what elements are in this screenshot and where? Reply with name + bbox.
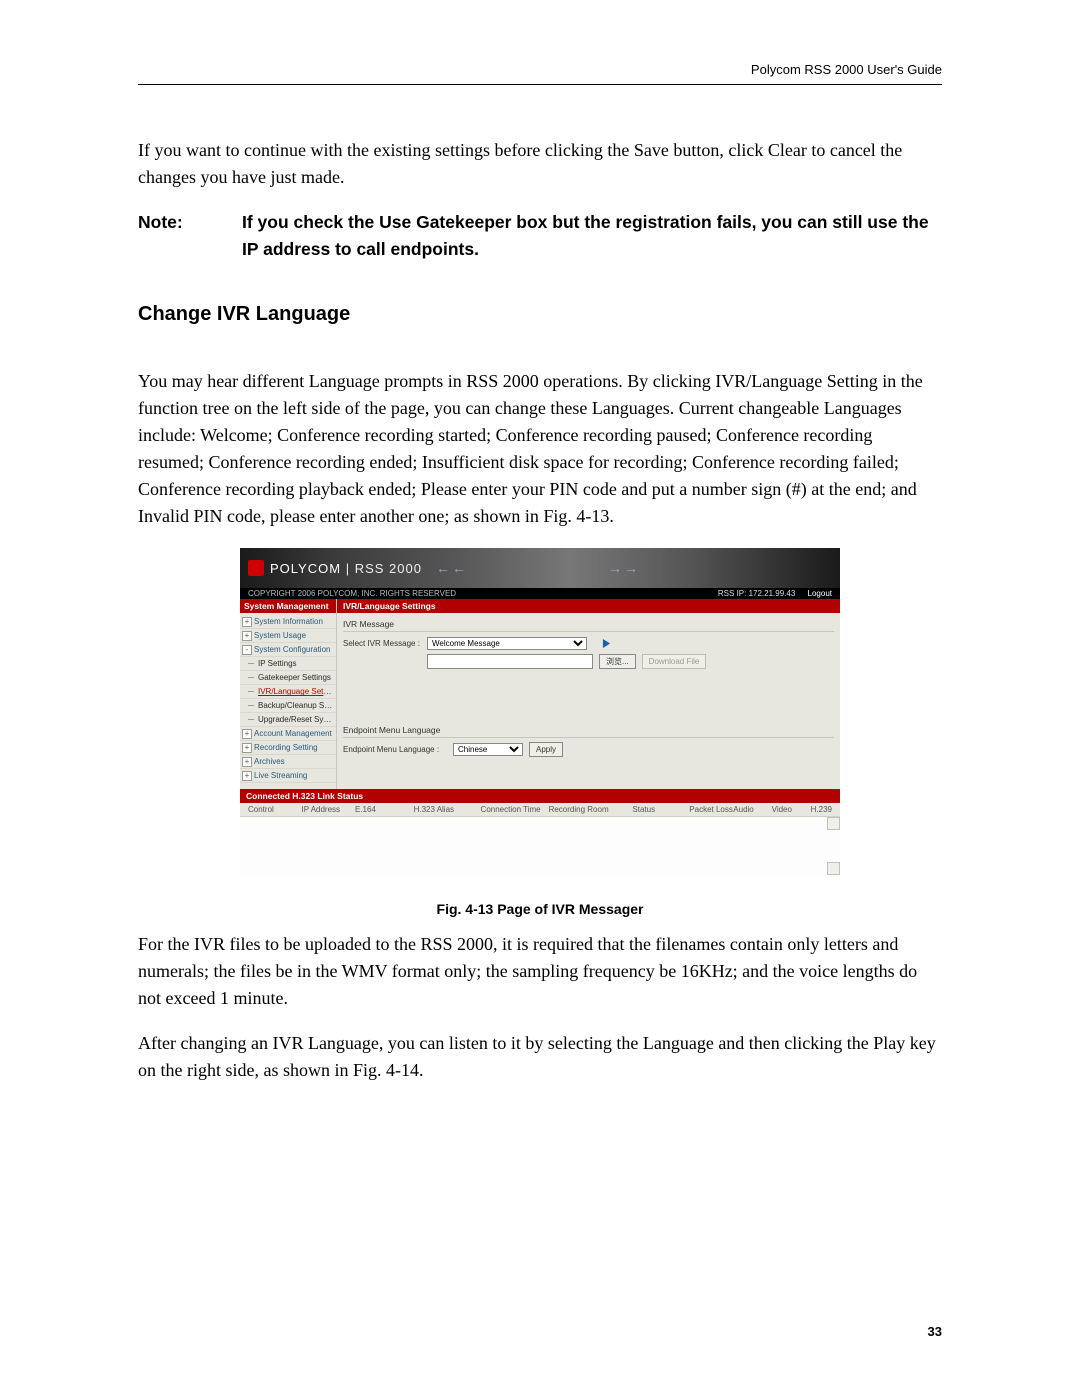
sidebar-header: System Management — [240, 599, 336, 613]
select-ivr-message[interactable]: Welcome Message — [427, 637, 587, 650]
sidebar-item-11[interactable]: +Live Streaming — [240, 769, 336, 783]
status-col-9: Video — [768, 805, 796, 814]
sidebar-item-1[interactable]: +System Usage — [240, 629, 336, 643]
paragraph-intro-clear: If you want to continue with the existin… — [138, 137, 942, 191]
paragraph-play-key: After changing an IVR Language, you can … — [138, 1030, 942, 1084]
sidebar-item-label[interactable]: IP Settings — [258, 659, 297, 668]
select-ivr-label: Select IVR Message : — [343, 639, 427, 648]
sidebar-item-3[interactable]: IP Settings — [240, 657, 336, 671]
browse-button[interactable]: 浏览... — [599, 654, 636, 669]
page-number: 33 — [928, 1324, 942, 1339]
polycom-logo-icon — [248, 560, 264, 576]
figure-banner: POLYCOM | RSS 2000 ←← →→ — [240, 548, 840, 588]
copyright-text: COPYRIGHT 2006 POLYCOM, INC. RIGHTS RESE… — [248, 589, 456, 598]
endpoint-language-select[interactable]: Chinese — [453, 743, 523, 756]
sidebar-item-5[interactable]: IVR/Language Settings — [240, 685, 336, 699]
sidebar-item-label[interactable]: System Configuration — [254, 645, 330, 654]
tree-toggle-icon[interactable]: + — [242, 617, 252, 627]
sidebar: System Management +System Information+Sy… — [240, 599, 337, 789]
sidebar-item-label[interactable]: Live Streaming — [254, 771, 307, 780]
rss-ip-label: RSS IP: 172.21.99.43 — [718, 589, 795, 598]
status-col-1: IP Address — [298, 805, 352, 814]
logout-link[interactable]: Logout — [808, 589, 832, 598]
sidebar-item-6[interactable]: Backup/Cleanup Settings — [240, 699, 336, 713]
tree-toggle-icon[interactable]: + — [242, 757, 252, 767]
status-col-6: Status — [628, 805, 685, 814]
sidebar-item-label[interactable]: Gatekeeper Settings — [258, 673, 331, 682]
brand-text: POLYCOM | RSS 2000 — [270, 561, 422, 576]
main-header: IVR/Language Settings — [337, 599, 840, 613]
main-panel: IVR/Language Settings IVR Message Select… — [337, 599, 840, 789]
tree-toggle-icon[interactable]: - — [242, 645, 252, 655]
nav-arrows-left-icon: ←← — [436, 560, 468, 576]
sidebar-item-label[interactable]: Archives — [254, 757, 285, 766]
section-ivr-message-title: IVR Message — [343, 617, 834, 632]
figure-caption: Fig. 4-13 Page of IVR Messager — [138, 901, 942, 917]
endpoint-language-label: Endpoint Menu Language : — [343, 745, 453, 754]
sidebar-item-4[interactable]: Gatekeeper Settings — [240, 671, 336, 685]
sidebar-item-label[interactable]: Account Management — [254, 729, 332, 738]
figure-subbar: COPYRIGHT 2006 POLYCOM, INC. RIGHTS RESE… — [240, 588, 840, 599]
sidebar-item-label[interactable]: Backup/Cleanup Settings — [258, 701, 336, 710]
note-block: Note: If you check the Use Gatekeeper bo… — [138, 209, 942, 263]
sidebar-item-label[interactable]: System Information — [254, 617, 323, 626]
section-endpoint-language-title: Endpoint Menu Language — [343, 723, 834, 738]
status-col-10: H.239 — [796, 805, 836, 814]
sidebar-item-label[interactable]: Recording Setting — [254, 743, 318, 752]
status-col-4: Connection Time — [477, 805, 545, 814]
status-columns-row: ControlIP AddressE.164H.323 AliasConnect… — [240, 803, 840, 816]
note-text: If you check the Use Gatekeeper box but … — [242, 209, 942, 263]
section-heading-change-ivr: Change IVR Language — [138, 303, 942, 326]
paragraph-upload-reqs: For the IVR files to be uploaded to the … — [138, 931, 942, 1012]
status-col-0: Control — [244, 805, 298, 814]
paragraph-ivr-overview: You may hear different Language prompts … — [138, 368, 942, 530]
doc-header-right: Polycom RSS 2000 User's Guide — [751, 62, 942, 77]
sidebar-item-10[interactable]: +Archives — [240, 755, 336, 769]
status-col-8: Audio — [729, 805, 767, 814]
header-rule — [138, 84, 942, 85]
sidebar-item-2[interactable]: -System Configuration — [240, 643, 336, 657]
sidebar-item-0[interactable]: +System Information — [240, 615, 336, 629]
scroll-up-icon[interactable] — [827, 817, 840, 830]
sidebar-item-7[interactable]: Upgrade/Reset System — [240, 713, 336, 727]
tree-toggle-icon[interactable]: + — [242, 729, 252, 739]
status-col-5: Recording Room — [545, 805, 629, 814]
sidebar-item-8[interactable]: +Account Management — [240, 727, 336, 741]
tree-toggle-icon[interactable]: + — [242, 631, 252, 641]
sidebar-item-9[interactable]: +Recording Setting — [240, 741, 336, 755]
tree-toggle-icon[interactable]: + — [242, 743, 252, 753]
scroll-down-icon[interactable] — [827, 862, 840, 875]
sidebar-item-label[interactable]: IVR/Language Settings — [258, 687, 336, 696]
status-col-7: Packet Loss — [685, 805, 729, 814]
play-button[interactable] — [597, 636, 615, 650]
status-col-2: E.164 — [351, 805, 410, 814]
figure-4-13: POLYCOM | RSS 2000 ←← →→ COPYRIGHT 2006 … — [240, 548, 840, 875]
note-label: Note: — [138, 209, 242, 263]
sidebar-tree: +System Information+System Usage-System … — [240, 613, 336, 789]
nav-arrows-right-icon: →→ — [608, 560, 640, 576]
tree-toggle-icon[interactable]: + — [242, 771, 252, 781]
sidebar-item-label[interactable]: System Usage — [254, 631, 306, 640]
status-empty-area — [240, 816, 840, 875]
status-col-3: H.323 Alias — [410, 805, 477, 814]
apply-button[interactable]: Apply — [529, 742, 563, 757]
sidebar-item-label[interactable]: Upgrade/Reset System — [258, 715, 336, 724]
download-file-button[interactable]: Download File — [642, 654, 707, 669]
status-header: Connected H.323 Link Status — [240, 789, 840, 803]
file-path-input[interactable] — [427, 654, 593, 669]
play-icon — [602, 639, 611, 648]
